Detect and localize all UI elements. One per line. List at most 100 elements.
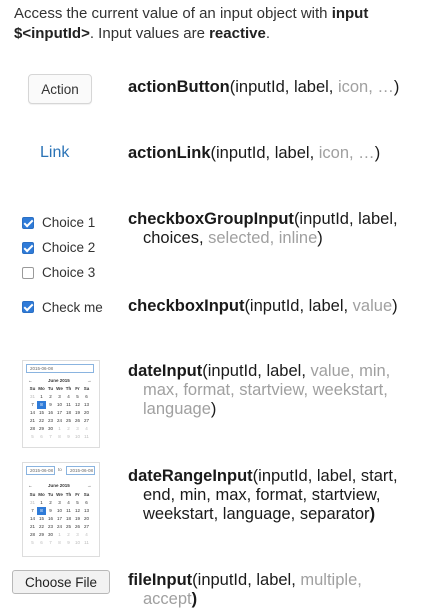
calendar-day[interactable]: 3 — [55, 499, 64, 507]
calendar-day[interactable]: 8 — [55, 539, 64, 547]
calendar-day[interactable]: 14 — [28, 515, 37, 523]
calendar-day[interactable]: 24 — [55, 523, 64, 531]
calendar-grid[interactable]: Su Mo Tu We Th Fr Sa 31 1 2 3 4 5 6 7 8 9 10 11 12 13 14 15 16 1… — [28, 491, 91, 547]
checkbox-checked-icon[interactable] — [22, 241, 34, 254]
calendar-day[interactable]: 29 — [37, 531, 46, 539]
calendar-day[interactable]: 11 — [82, 539, 91, 547]
calendar-day[interactable]: 10 — [55, 401, 64, 409]
calendar-day[interactable]: 12 — [73, 401, 82, 409]
calendar-day[interactable]: 1 — [55, 425, 64, 433]
action-link[interactable]: Link — [40, 144, 69, 162]
calendar-day[interactable]: 10 — [73, 433, 82, 441]
calendar-day[interactable]: 5 — [73, 499, 82, 507]
checkbox-choice-1[interactable]: Choice 1 — [22, 210, 95, 235]
calendar-day[interactable]: 3 — [73, 425, 82, 433]
checkbox-checked-icon[interactable] — [22, 216, 34, 229]
checkbox-checked-icon[interactable] — [22, 301, 34, 313]
calendar-day[interactable]: 7 — [28, 507, 37, 515]
calendar-day[interactable]: 5 — [73, 393, 82, 401]
calendar-day[interactable]: 14 — [28, 409, 37, 417]
choose-file-button[interactable]: Choose File — [12, 570, 110, 594]
calendar-day[interactable]: 4 — [82, 531, 91, 539]
calendar-day[interactable]: 3 — [55, 393, 64, 401]
calendar-day[interactable]: 8 — [37, 401, 46, 409]
calendar-day[interactable]: 22 — [37, 417, 46, 425]
calendar-day[interactable]: 25 — [64, 417, 73, 425]
action-button[interactable]: Action — [28, 74, 92, 104]
checkbox-choice-3[interactable]: Choice 3 — [22, 260, 95, 285]
calendar-day[interactable]: 11 — [82, 433, 91, 441]
date-range-start-field[interactable]: 2015-06-08 — [26, 466, 55, 475]
calendar-day[interactable]: 3 — [73, 531, 82, 539]
calendar-prev-icon[interactable]: ← — [28, 378, 33, 384]
calendar-day[interactable]: 6 — [82, 393, 91, 401]
calendar-day[interactable]: 6 — [37, 539, 46, 547]
calendar-day[interactable]: 8 — [37, 507, 46, 515]
calendar-day[interactable]: 16 — [46, 515, 55, 523]
calendar-day[interactable]: 9 — [46, 401, 55, 409]
date-range-calendar[interactable]: 2015-06-08 to 2015-06-08 ← June 2015 → S… — [22, 462, 100, 557]
calendar-day[interactable]: 27 — [82, 417, 91, 425]
date-input-field[interactable]: 2015-06-08 — [26, 364, 94, 373]
calendar-day[interactable]: 9 — [64, 539, 73, 547]
calendar-day[interactable]: 10 — [73, 539, 82, 547]
calendar-day[interactable]: 17 — [55, 409, 64, 417]
calendar-day[interactable]: 12 — [73, 507, 82, 515]
calendar-day[interactable]: 4 — [64, 393, 73, 401]
calendar-day[interactable]: 2 — [64, 531, 73, 539]
calendar-day[interactable]: 13 — [82, 507, 91, 515]
calendar-day[interactable]: 24 — [55, 417, 64, 425]
calendar-prev-icon[interactable]: ← — [28, 483, 33, 489]
calendar-day[interactable]: 25 — [64, 523, 73, 531]
calendar-day[interactable]: 11 — [64, 401, 73, 409]
calendar-next-icon[interactable]: → — [87, 483, 92, 489]
calendar-day[interactable]: 18 — [64, 409, 73, 417]
calendar-day[interactable]: 13 — [82, 401, 91, 409]
checkbox-choice-2[interactable]: Choice 2 — [22, 235, 95, 260]
check-me-checkbox[interactable]: Check me — [22, 297, 103, 317]
calendar-day[interactable]: 18 — [64, 515, 73, 523]
calendar-day[interactable]: 31 — [28, 499, 37, 507]
date-input-calendar[interactable]: 2015-06-08 ← June 2015 → Su Mo Tu We Th Fr Sa 3… — [22, 360, 100, 448]
calendar-day[interactable]: 20 — [82, 515, 91, 523]
calendar-day[interactable]: 1 — [37, 393, 46, 401]
calendar-day[interactable]: 21 — [28, 523, 37, 531]
calendar-day[interactable]: 22 — [37, 523, 46, 531]
calendar-day[interactable]: 30 — [46, 531, 55, 539]
calendar-day[interactable]: 29 — [37, 425, 46, 433]
calendar-day[interactable]: 30 — [46, 425, 55, 433]
calendar-day[interactable]: 7 — [28, 401, 37, 409]
calendar-day[interactable]: 10 — [55, 507, 64, 515]
calendar-day[interactable]: 11 — [64, 507, 73, 515]
calendar-day[interactable]: 9 — [46, 507, 55, 515]
calendar-day[interactable]: 2 — [46, 499, 55, 507]
calendar-day[interactable]: 4 — [64, 499, 73, 507]
calendar-day[interactable]: 1 — [55, 531, 64, 539]
calendar-day[interactable]: 1 — [37, 499, 46, 507]
date-range-end-field[interactable]: 2015-06-08 — [66, 466, 95, 475]
calendar-day[interactable]: 9 — [64, 433, 73, 441]
calendar-day[interactable]: 27 — [82, 523, 91, 531]
calendar-day[interactable]: 17 — [55, 515, 64, 523]
calendar-day[interactable]: 6 — [82, 499, 91, 507]
calendar-day[interactable]: 19 — [73, 515, 82, 523]
calendar-day[interactable]: 26 — [73, 417, 82, 425]
calendar-day[interactable]: 4 — [82, 425, 91, 433]
calendar-day[interactable]: 5 — [28, 539, 37, 547]
calendar-day[interactable]: 31 — [28, 393, 37, 401]
calendar-day[interactable]: 15 — [37, 515, 46, 523]
calendar-day[interactable]: 16 — [46, 409, 55, 417]
calendar-day[interactable]: 6 — [37, 433, 46, 441]
calendar-day[interactable]: 2 — [46, 393, 55, 401]
calendar-day[interactable]: 2 — [64, 425, 73, 433]
calendar-day[interactable]: 7 — [46, 433, 55, 441]
calendar-day[interactable]: 8 — [55, 433, 64, 441]
calendar-day[interactable]: 15 — [37, 409, 46, 417]
calendar-day[interactable]: 5 — [28, 433, 37, 441]
calendar-day[interactable]: 28 — [28, 425, 37, 433]
calendar-day[interactable]: 23 — [46, 523, 55, 531]
calendar-day[interactable]: 28 — [28, 531, 37, 539]
calendar-day[interactable]: 21 — [28, 417, 37, 425]
calendar-grid[interactable]: Su Mo Tu We Th Fr Sa 31 1 2 3 4 5 6 7 8 9 10 11 12 13 14 15 16 1… — [28, 385, 91, 441]
calendar-next-icon[interactable]: → — [87, 378, 92, 384]
